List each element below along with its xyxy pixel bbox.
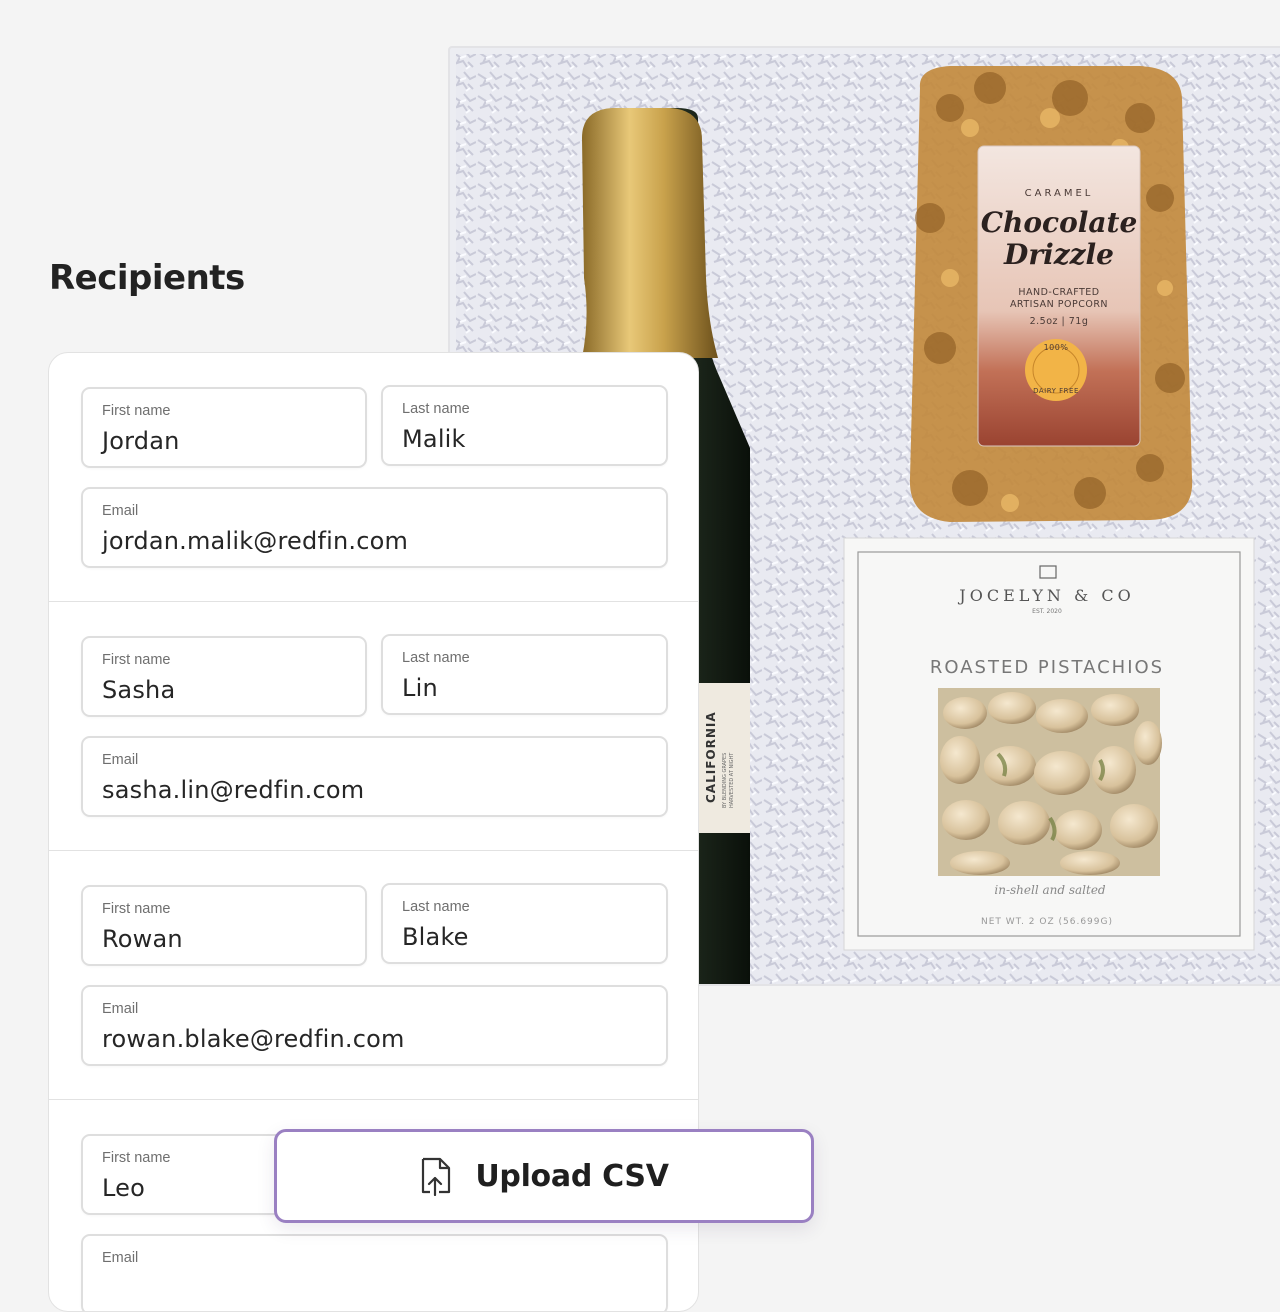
first-name-field[interactable]: First name Sasha: [81, 636, 367, 717]
last-name-value: Lin: [402, 674, 438, 702]
svg-text:EST. 2020: EST. 2020: [1032, 608, 1062, 615]
upload-csv-label: Upload CSV: [475, 1158, 669, 1194]
svg-text:CALIFORNIA: CALIFORNIA: [704, 711, 718, 803]
last-name-label: Last name: [402, 899, 470, 915]
first-name-label: First name: [102, 403, 171, 419]
svg-text:CARAMEL: CARAMEL: [1025, 188, 1094, 199]
svg-text:ROASTED PISTACHIOS: ROASTED PISTACHIOS: [930, 657, 1164, 678]
email-label: Email: [102, 1250, 139, 1266]
email-field[interactable]: Email: [81, 1234, 668, 1311]
first-name-value: Jordan: [102, 427, 180, 455]
last-name-field[interactable]: Last name Blake: [381, 883, 668, 964]
popcorn-bag: CARAMEL Chocolate Drizzle HAND-CRAFTED A…: [909, 66, 1193, 522]
first-name-label: First name: [102, 901, 171, 917]
last-name-value: Malik: [402, 425, 466, 453]
last-name-field[interactable]: Last name Malik: [381, 385, 668, 466]
svg-text:Chocolate: Chocolate: [981, 206, 1138, 239]
email-label: Email: [102, 1001, 139, 1017]
svg-text:BY BLENDING GRAPES: BY BLENDING GRAPES: [722, 753, 728, 808]
recipient-group: First name Jordan Last name Malik Email …: [49, 353, 698, 602]
last-name-label: Last name: [402, 401, 470, 417]
first-name-field[interactable]: First name Jordan: [81, 387, 367, 468]
svg-text:DAIRY FREE: DAIRY FREE: [1033, 387, 1079, 395]
recipient-group: First name Sasha Last name Lin Email sas…: [49, 602, 698, 851]
pistachio-box: JOCELYN & CO EST. 2020 ROASTED PISTACHIO…: [843, 537, 1255, 951]
email-label: Email: [102, 752, 139, 768]
email-field[interactable]: Email jordan.malik@redfin.com: [81, 487, 668, 568]
file-upload-icon: [422, 1157, 451, 1196]
last-name-label: Last name: [402, 650, 470, 666]
svg-text:HARVESTED AT NIGHT: HARVESTED AT NIGHT: [729, 752, 735, 808]
first-name-label: First name: [102, 652, 171, 668]
email-value: sasha.lin@redfin.com: [102, 776, 365, 804]
email-value: jordan.malik@redfin.com: [102, 527, 409, 555]
svg-text:2.5oz | 71g: 2.5oz | 71g: [1030, 316, 1089, 327]
upload-csv-button[interactable]: Upload CSV: [274, 1129, 814, 1223]
email-label: Email: [102, 503, 139, 519]
svg-text:100%: 100%: [1044, 343, 1069, 352]
email-field[interactable]: Email sasha.lin@redfin.com: [81, 736, 668, 817]
last-name-value: Blake: [402, 923, 469, 951]
svg-text:HAND-CRAFTED: HAND-CRAFTED: [1018, 287, 1099, 298]
first-name-label: First name: [102, 1150, 171, 1166]
recipient-group: First name Rowan Last name Blake Email r…: [49, 851, 698, 1100]
first-name-value: Sasha: [102, 676, 176, 704]
svg-text:in-shell and salted: in-shell and salted: [994, 883, 1106, 897]
svg-text:NET WT. 2 OZ (56.699G): NET WT. 2 OZ (56.699G): [981, 917, 1113, 927]
email-field[interactable]: Email rowan.blake@redfin.com: [81, 985, 668, 1066]
svg-text:ARTISAN POPCORN: ARTISAN POPCORN: [1010, 299, 1108, 310]
page-title: Recipients: [49, 258, 245, 298]
email-value: rowan.blake@redfin.com: [102, 1025, 405, 1053]
first-name-value: Rowan: [102, 925, 183, 953]
last-name-field[interactable]: Last name Lin: [381, 634, 668, 715]
first-name-field[interactable]: First name Rowan: [81, 885, 367, 966]
svg-text:Drizzle: Drizzle: [1003, 238, 1114, 271]
svg-text:JOCELYN & CO: JOCELYN & CO: [957, 586, 1134, 605]
first-name-value: Leo: [102, 1174, 145, 1202]
